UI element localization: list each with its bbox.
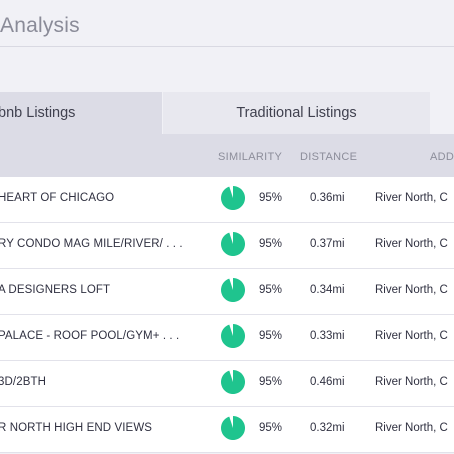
similarity-pie-slice bbox=[221, 324, 245, 348]
listing-name[interactable]: R NORTH HIGH END VIEWS bbox=[0, 422, 152, 434]
similarity-pie-slice bbox=[221, 278, 245, 302]
table-row[interactable]: A DESIGNERS LOFT 95% 0.34mi River North,… bbox=[0, 269, 454, 315]
page-title: Analysis bbox=[0, 14, 80, 37]
distance-value: 0.37mi bbox=[310, 238, 345, 250]
similarity-value: 95% bbox=[259, 192, 283, 204]
table-row[interactable]: RY CONDO MAG MILE/RIVER/ . . . 95% 0.37m… bbox=[0, 223, 454, 269]
tab-airbnb-listings[interactable]: irbnb Listings bbox=[0, 92, 162, 134]
table-row[interactable]: PALACE - ROOF POOL/GYM+ . . . 95% 0.33mi… bbox=[0, 315, 454, 361]
distance-value: 0.34mi bbox=[310, 284, 345, 296]
address-value: River North, C bbox=[375, 284, 448, 296]
similarity-value: 95% bbox=[259, 330, 283, 342]
table-header: SIMILARITY DISTANCE ADD bbox=[0, 134, 454, 177]
title-divider bbox=[0, 46, 454, 47]
listings-table-body: HEART OF CHICAGO 95% 0.36mi River North,… bbox=[0, 177, 454, 453]
table-row[interactable]: HEART OF CHICAGO 95% 0.36mi River North,… bbox=[0, 177, 454, 223]
tab-traditional-listings-label: Traditional Listings bbox=[236, 105, 357, 121]
listing-name[interactable]: PALACE - ROOF POOL/GYM+ . . . bbox=[0, 330, 179, 342]
distance-value: 0.36mi bbox=[310, 192, 345, 204]
address-value: River North, C bbox=[375, 192, 448, 204]
similarity-value: 95% bbox=[259, 376, 283, 388]
tab-airbnb-listings-label: irbnb Listings bbox=[0, 105, 76, 121]
similarity-pie-slice bbox=[221, 416, 245, 440]
address-value: River North, C bbox=[375, 422, 448, 434]
similarity-value: 95% bbox=[259, 422, 283, 434]
address-value: River North, C bbox=[375, 330, 448, 342]
similarity-pie-slice bbox=[221, 232, 245, 256]
similarity-value: 95% bbox=[259, 284, 283, 296]
listing-name[interactable]: RY CONDO MAG MILE/RIVER/ . . . bbox=[0, 238, 183, 250]
distance-value: 0.46mi bbox=[310, 376, 345, 388]
listing-name[interactable]: 3D/2BTH bbox=[0, 376, 46, 388]
address-value: River North, C bbox=[375, 376, 448, 388]
column-header-similarity[interactable]: SIMILARITY bbox=[218, 151, 282, 163]
distance-value: 0.33mi bbox=[310, 330, 345, 342]
tab-traditional-listings[interactable]: Traditional Listings bbox=[163, 92, 430, 134]
similarity-pie-icon bbox=[221, 186, 245, 210]
column-header-address[interactable]: ADD bbox=[430, 151, 454, 163]
similarity-pie-icon bbox=[221, 370, 245, 394]
address-value: River North, C bbox=[375, 238, 448, 250]
listing-name[interactable]: HEART OF CHICAGO bbox=[0, 192, 114, 204]
distance-value: 0.32mi bbox=[310, 422, 345, 434]
column-header-distance[interactable]: DISTANCE bbox=[300, 151, 357, 163]
similarity-pie-icon bbox=[221, 232, 245, 256]
similarity-pie-icon bbox=[221, 416, 245, 440]
listing-name[interactable]: A DESIGNERS LOFT bbox=[0, 284, 110, 296]
similarity-pie-slice bbox=[221, 370, 245, 394]
similarity-pie-icon bbox=[221, 278, 245, 302]
similarity-pie-slice bbox=[221, 186, 245, 210]
similarity-value: 95% bbox=[259, 238, 283, 250]
table-row[interactable]: R NORTH HIGH END VIEWS 95% 0.32mi River … bbox=[0, 407, 454, 453]
similarity-pie-icon bbox=[221, 324, 245, 348]
table-row[interactable]: 3D/2BTH 95% 0.46mi River North, C bbox=[0, 361, 454, 407]
